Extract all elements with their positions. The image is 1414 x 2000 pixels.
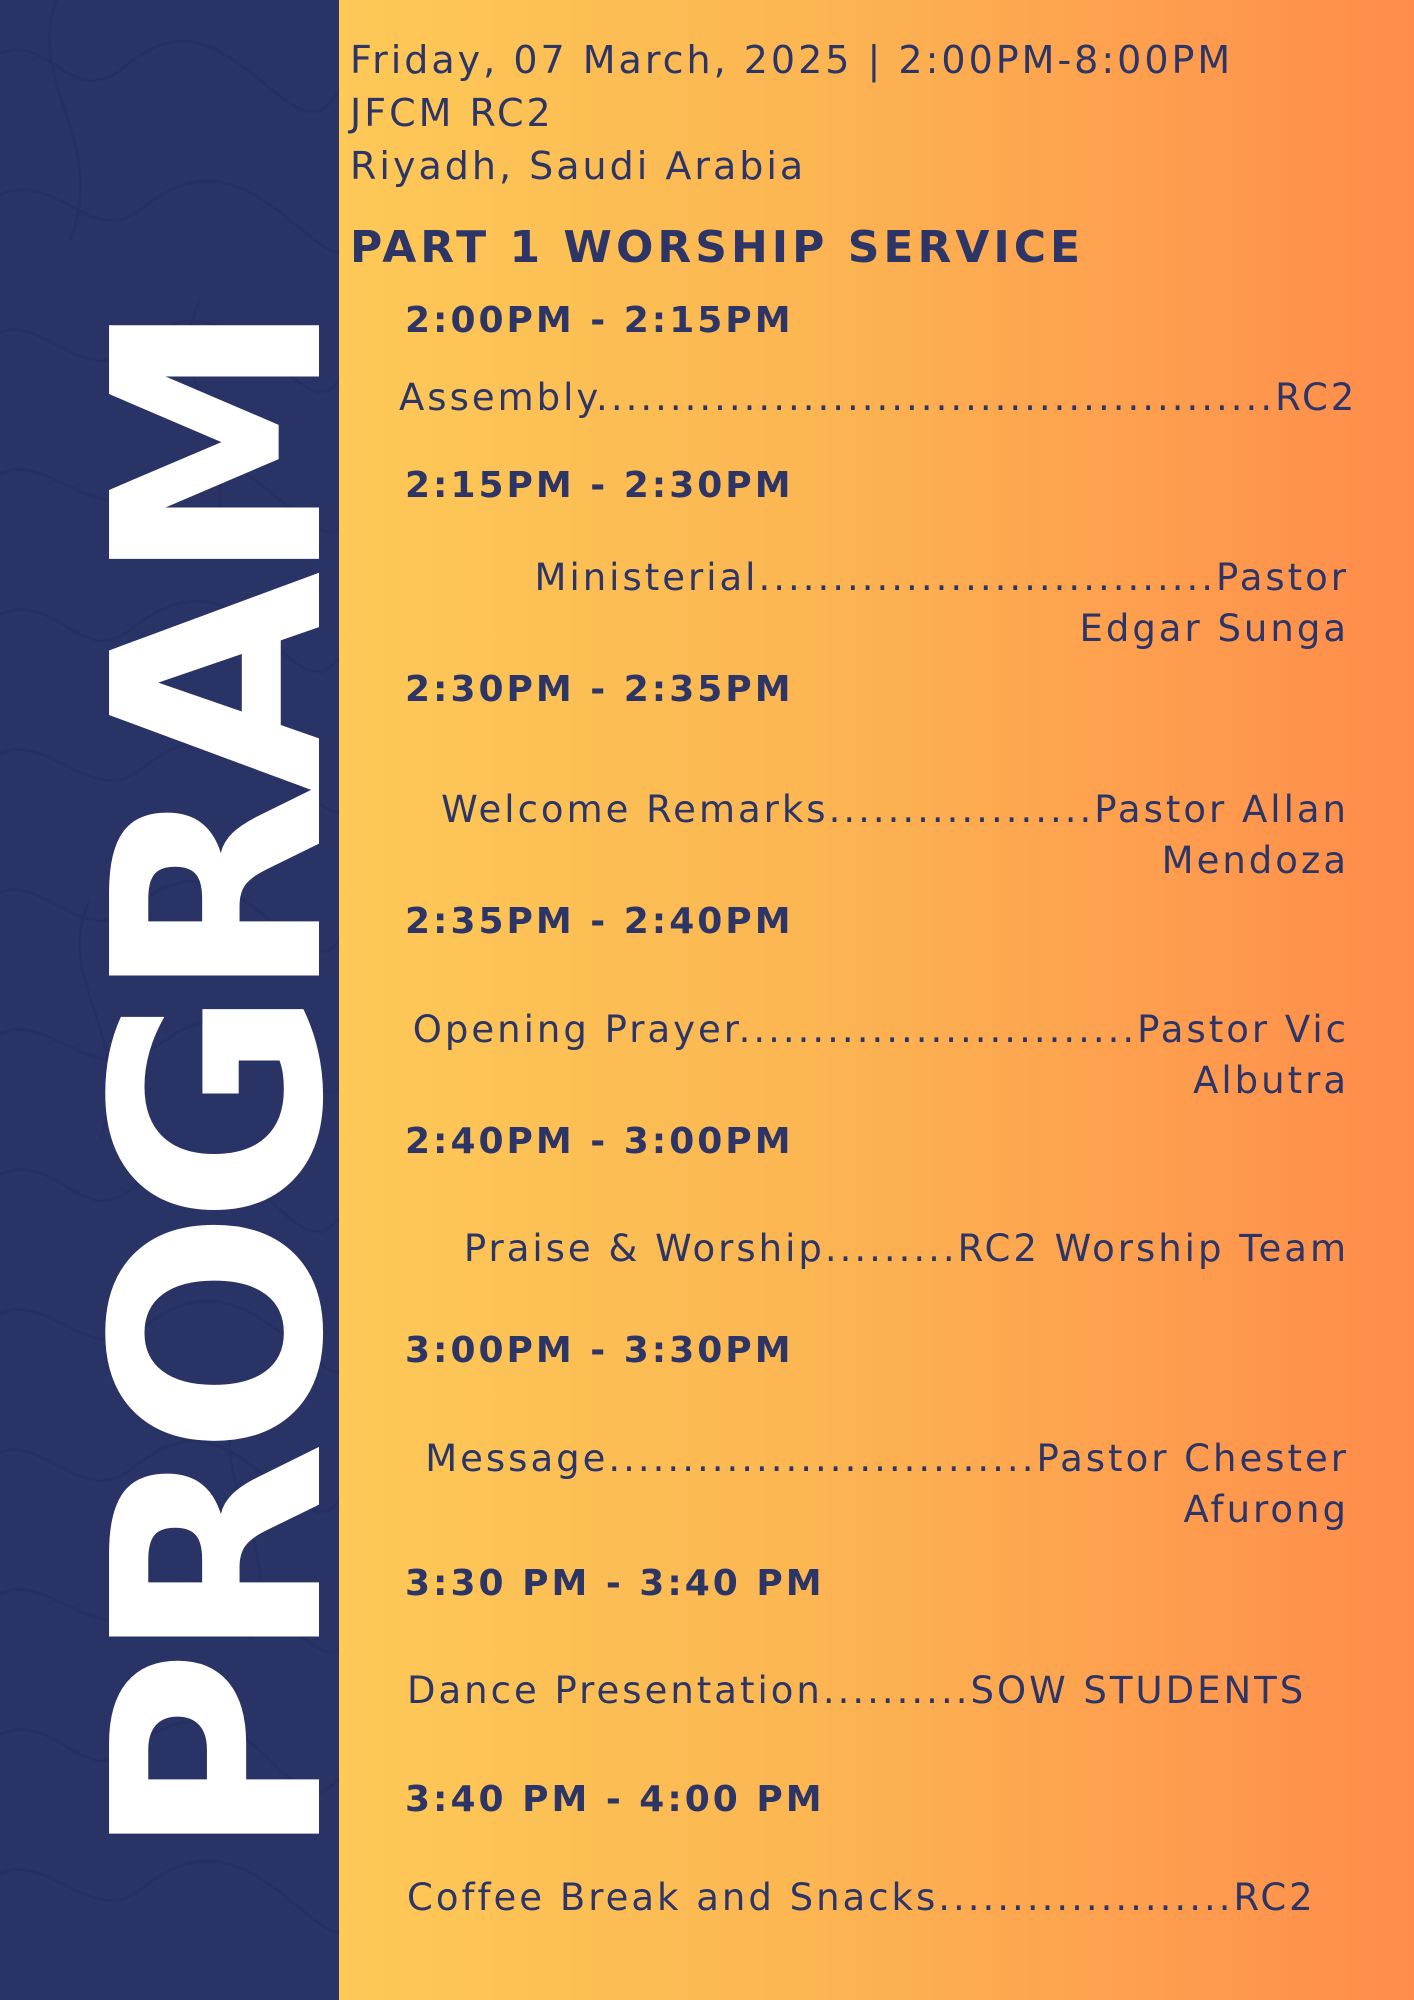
schedule-time: 2:30PM - 2:35PM (405, 669, 794, 710)
schedule-time: 2:40PM - 3:00PM (405, 1121, 794, 1162)
schedule-time: 3:30 PM - 3:40 PM (405, 1563, 825, 1604)
event-date-time: Friday, 07 March, 2025 | 2:00PM-8:00PM (350, 38, 1234, 82)
schedule-item: Message.............................Past… (425, 1437, 1349, 1531)
event-venue: JFCM RC2 (350, 91, 554, 135)
schedule-item: Assembly................................… (399, 376, 1358, 419)
event-header: Friday, 07 March, 2025 | 2:00PM-8:00PM J… (350, 34, 1233, 193)
program-vertical-title: PROGRAM (52, 312, 339, 1860)
schedule-item: Praise & Worship.........RC2 Worship Tea… (463, 1227, 1349, 1270)
schedule-item: Ministerial.............................… (534, 556, 1349, 650)
schedule-item: Coffee Break and Snacks.................… (407, 1876, 1316, 1919)
event-location: Riyadh, Saudi Arabia (350, 144, 807, 188)
schedule-item: Welcome Remarks..................Pastor … (441, 788, 1349, 882)
program-content: Friday, 07 March, 2025 | 2:00PM-8:00PM J… (339, 0, 1414, 2000)
schedule-item: Dance Presentation..........SOW STUDENTS (407, 1669, 1307, 1712)
schedule-time: 2:35PM - 2:40PM (405, 901, 794, 942)
schedule-item: Opening Prayer..........................… (412, 1008, 1349, 1102)
schedule-time: 2:00PM - 2:15PM (405, 300, 794, 341)
schedule-time: 2:15PM - 2:30PM (405, 465, 794, 506)
schedule-time: 3:00PM - 3:30PM (405, 1330, 794, 1371)
sidebar-panel: PROGRAM (0, 0, 339, 2000)
schedule-time: 3:40 PM - 4:00 PM (405, 1779, 825, 1820)
section-title: PART 1 WORSHIP SERVICE (350, 222, 1085, 273)
